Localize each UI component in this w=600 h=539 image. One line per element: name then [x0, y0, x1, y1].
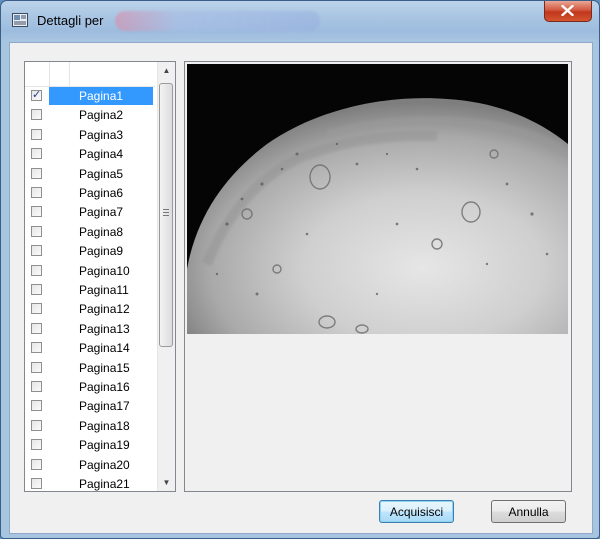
- list-item[interactable]: Pagina10: [25, 262, 155, 281]
- scrollbar-grip-icon: [163, 209, 169, 216]
- page-checkbox[interactable]: [31, 342, 42, 354]
- list-header: [25, 62, 155, 87]
- page-checkbox[interactable]: [31, 167, 42, 179]
- vertical-scrollbar[interactable]: ▲ ▼: [157, 62, 175, 491]
- title-bar[interactable]: Dettagli per: [1, 1, 599, 41]
- page-label: Pagina18: [79, 418, 130, 433]
- page-label: Pagina20: [79, 457, 130, 472]
- list-item[interactable]: Pagina8: [25, 223, 155, 242]
- list-item[interactable]: Pagina15: [25, 359, 155, 378]
- page-label: Pagina19: [79, 438, 130, 453]
- list-item[interactable]: Pagina17: [25, 397, 155, 416]
- cancel-button[interactable]: Annulla: [491, 500, 566, 523]
- page-checkbox[interactable]: [31, 148, 42, 160]
- scrollbar-thumb[interactable]: [159, 83, 173, 347]
- list-item[interactable]: Pagina19: [25, 436, 155, 455]
- page-label: Pagina11: [79, 283, 129, 297]
- moon-preview-image: [187, 64, 568, 334]
- column-divider: [69, 62, 70, 86]
- list-item[interactable]: Pagina14: [25, 339, 155, 358]
- list-item[interactable]: Pagina16: [25, 378, 155, 397]
- page-label: Pagina12: [79, 302, 130, 317]
- page-checkbox[interactable]: [31, 361, 42, 373]
- page-label: Pagina4: [79, 147, 124, 162]
- page-label: Pagina9: [79, 244, 124, 259]
- list-item[interactable]: Pagina12: [25, 300, 155, 319]
- page-label: Pagina15: [79, 360, 130, 375]
- list-item[interactable]: Pagina5: [25, 165, 155, 184]
- scanner-app-icon: [12, 13, 28, 27]
- page-checkbox[interactable]: [31, 458, 42, 470]
- page-label: Pagina1: [49, 87, 153, 105]
- list-item[interactable]: Pagina7: [25, 203, 155, 222]
- page-checkbox[interactable]: [31, 264, 42, 276]
- list-item[interactable]: Pagina20: [25, 456, 155, 475]
- close-icon: [561, 5, 574, 16]
- page-checkbox[interactable]: [31, 284, 42, 295]
- close-button[interactable]: [544, 1, 592, 22]
- page-label: Pagina5: [79, 166, 124, 181]
- page-label: Pagina14: [79, 341, 130, 356]
- scroll-up-arrow-icon[interactable]: ▲: [158, 62, 175, 79]
- page-checkbox[interactable]: [31, 419, 42, 431]
- list-item[interactable]: Pagina4: [25, 145, 155, 164]
- page-checkbox[interactable]: [31, 322, 42, 334]
- list-item[interactable]: Pagina11: [25, 281, 155, 300]
- redacted-title-region: [115, 11, 320, 31]
- page-label: Pagina7: [79, 205, 124, 220]
- page-checkbox[interactable]: [31, 439, 42, 451]
- page-label: Pagina17: [79, 399, 130, 414]
- page-label: Pagina16: [79, 380, 130, 394]
- list-item[interactable]: Pagina6: [25, 184, 155, 203]
- list-item[interactable]: Pagina2: [25, 106, 155, 125]
- page-checkbox[interactable]: [31, 88, 42, 101]
- scroll-down-arrow-icon[interactable]: ▼: [158, 474, 175, 491]
- list-item[interactable]: Pagina3: [25, 126, 155, 145]
- list-item[interactable]: Pagina21: [25, 475, 155, 491]
- page-label: Pagina3: [79, 127, 124, 142]
- page-list[interactable]: Pagina1 Pagina2 Pagina3 Pagina4 Pagina5 Pagin…: [24, 61, 176, 492]
- list-item[interactable]: Pagina9: [25, 242, 155, 261]
- window-title: Dettagli per: [37, 13, 104, 28]
- page-checkbox[interactable]: [31, 206, 42, 218]
- page-checkbox[interactable]: [31, 400, 42, 412]
- page-label: Pagina8: [79, 224, 124, 239]
- page-checkbox[interactable]: [31, 381, 42, 392]
- page-label: Pagina10: [79, 263, 130, 278]
- page-label: Pagina2: [79, 108, 124, 123]
- dialog-body: Pagina1 Pagina2 Pagina3 Pagina4 Pagina5 Pagin…: [9, 42, 593, 534]
- page-label: Pagina6: [79, 186, 124, 200]
- column-divider: [49, 62, 50, 86]
- page-checkbox[interactable]: [31, 225, 42, 237]
- acquire-button[interactable]: Acquisisci: [379, 500, 454, 523]
- page-checkbox[interactable]: [31, 109, 42, 121]
- page-checkbox[interactable]: [31, 128, 42, 140]
- page-checkbox[interactable]: [31, 303, 42, 315]
- list-item[interactable]: Pagina13: [25, 320, 155, 339]
- page-checkbox[interactable]: [31, 187, 42, 198]
- list-item[interactable]: Pagina18: [25, 417, 155, 436]
- page-label: Pagina21: [79, 477, 130, 491]
- page-label: Pagina13: [79, 321, 130, 336]
- dialog-window: Dettagli per Pagina1Pagina2Pagina3Pagina…: [0, 0, 600, 539]
- preview-panel: [184, 61, 572, 492]
- page-checkbox[interactable]: [31, 478, 42, 489]
- list-item[interactable]: Pagina1: [25, 87, 155, 106]
- page-checkbox[interactable]: [31, 245, 42, 257]
